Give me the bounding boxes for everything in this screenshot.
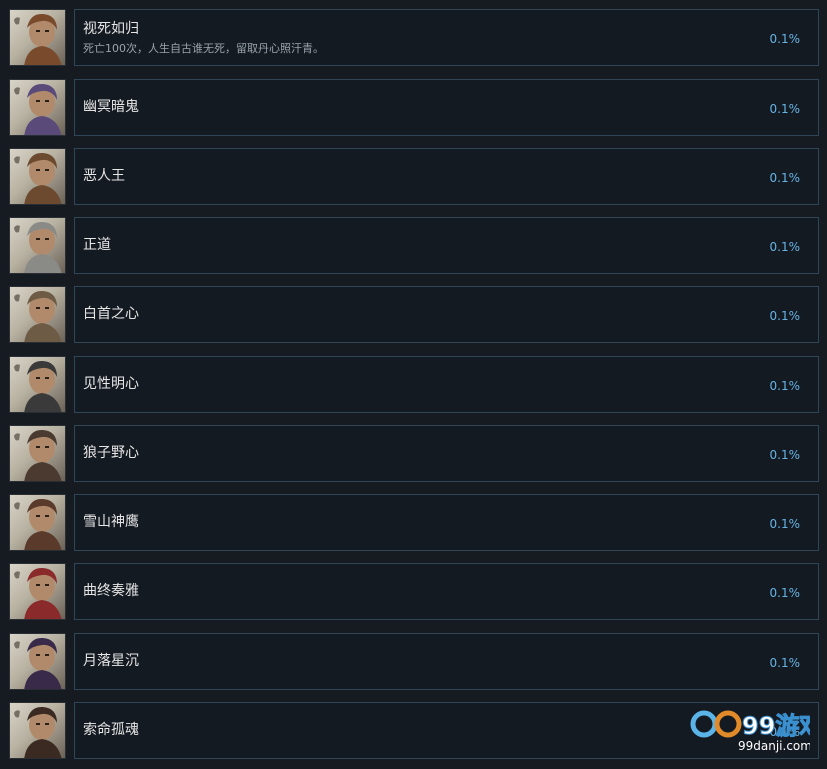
achievement-unlock-percent: 0.1% — [769, 309, 801, 323]
achievement-card[interactable]: 曲终奏雅 0.1% — [74, 563, 819, 620]
achievement-portrait-icon — [9, 633, 66, 690]
achievement-row[interactable]: 雪山神鹰 0.1% — [0, 494, 827, 553]
achievement-row[interactable]: 正道 0.1% — [0, 217, 827, 276]
achievement-title: 视死如归 — [83, 21, 139, 37]
achievement-unlock-percent: 0.1% — [769, 102, 801, 116]
achievement-unlock-percent: 0.1% — [769, 32, 801, 46]
watermark-logo: 99游戏 99danji.com — [690, 702, 824, 762]
achievement-card[interactable]: 恶人王 0.1% — [74, 148, 819, 205]
achievement-card[interactable]: 白首之心 0.1% — [74, 286, 819, 343]
achievement-portrait-icon — [9, 356, 66, 413]
achievement-title: 雪山神鹰 — [83, 514, 139, 530]
achievement-card[interactable]: 雪山神鹰 0.1% — [74, 494, 819, 551]
achievement-card[interactable]: 幽冥暗鬼 0.1% — [74, 79, 819, 136]
achievement-title: 幽冥暗鬼 — [83, 99, 139, 115]
achievement-portrait-icon — [9, 286, 66, 343]
achievement-portrait-icon — [9, 9, 66, 66]
achievement-title: 恶人王 — [83, 168, 125, 184]
achievement-card[interactable]: 狼子野心 0.1% — [74, 425, 819, 482]
achievement-card[interactable]: 见性明心 0.1% — [74, 356, 819, 413]
achievement-row[interactable]: 见性明心 0.1% — [0, 356, 827, 415]
achievement-card[interactable]: 月落星沉 0.1% — [74, 633, 819, 690]
achievement-portrait-icon — [9, 425, 66, 482]
achievement-portrait-icon — [9, 79, 66, 136]
achievement-row[interactable]: 曲终奏雅 0.1% — [0, 563, 827, 622]
achievement-portrait-icon — [9, 148, 66, 205]
achievement-title: 正道 — [83, 237, 111, 253]
achievement-portrait-icon — [9, 217, 66, 274]
achievement-portrait-icon — [9, 702, 66, 759]
achievement-card[interactable]: 视死如归死亡100次，人生自古谁无死，留取丹心照汗青。 0.1% — [74, 9, 819, 66]
achievement-row[interactable]: 幽冥暗鬼 0.1% — [0, 79, 827, 138]
watermark-domain: 99danji.com — [738, 739, 810, 753]
achievement-row[interactable]: 视死如归死亡100次，人生自古谁无死，留取丹心照汗青。 0.1% — [0, 9, 827, 68]
achievement-unlock-percent: 0.1% — [769, 517, 801, 531]
achievement-row[interactable]: 狼子野心 0.1% — [0, 425, 827, 484]
achievement-portrait-icon — [9, 563, 66, 620]
achievement-title: 白首之心 — [83, 306, 139, 322]
achievement-unlock-percent: 0.1% — [769, 448, 801, 462]
achievement-title: 曲终奏雅 — [83, 583, 139, 599]
achievement-title: 狼子野心 — [83, 445, 139, 461]
achievement-unlock-percent: 0.1% — [769, 171, 801, 185]
achievement-title: 见性明心 — [83, 376, 139, 392]
achievement-description: 死亡100次，人生自古谁无死，留取丹心照汗青。 — [83, 42, 324, 55]
achievement-unlock-percent: 0.1% — [769, 379, 801, 393]
achievement-unlock-percent: 0.1% — [769, 656, 801, 670]
achievement-card[interactable]: 正道 0.1% — [74, 217, 819, 274]
achievement-row[interactable]: 月落星沉 0.1% — [0, 633, 827, 692]
achievement-row[interactable]: 白首之心 0.1% — [0, 286, 827, 345]
achievement-unlock-percent: 0.1% — [769, 586, 801, 600]
achievement-portrait-icon — [9, 494, 66, 551]
watermark-brand: 99游戏 — [742, 712, 810, 740]
achievement-title: 索命孤魂 — [83, 722, 139, 738]
achievement-row[interactable]: 恶人王 0.1% — [0, 148, 827, 207]
achievement-title: 月落星沉 — [83, 653, 139, 669]
achievement-unlock-percent: 0.1% — [769, 240, 801, 254]
